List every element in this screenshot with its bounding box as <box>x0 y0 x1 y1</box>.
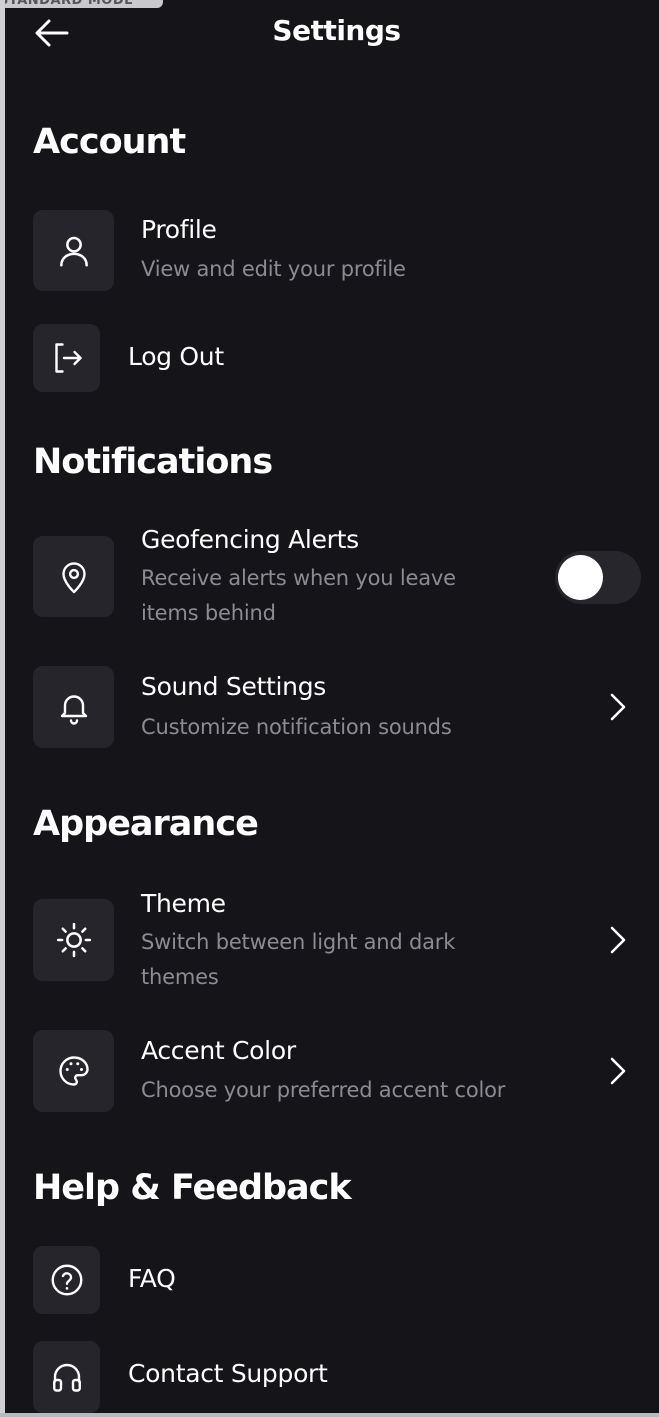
settings-item-faq[interactable]: FAQ <box>28 1242 648 1318</box>
support-title: Contact Support <box>128 1359 328 1388</box>
settings-item-sound[interactable]: Sound Settings Customize notification so… <box>28 662 648 752</box>
theme-subtitle-line1: Switch between light and dark <box>141 930 456 954</box>
headphones-icon <box>52 1363 81 1392</box>
chevron-right-icon <box>610 693 626 721</box>
toggle-knob <box>558 555 603 600</box>
sound-subtitle: Customize notification sounds <box>141 715 452 739</box>
sun-icon <box>56 922 91 958</box>
logout-icon-tile <box>33 324 100 392</box>
accent-subtitle: Choose your preferred accent color <box>141 1078 506 1102</box>
window-frame-left <box>0 0 5 1417</box>
settings-item-theme[interactable]: Theme Switch between light and dark them… <box>28 885 648 995</box>
palette-icon <box>58 1056 89 1086</box>
logout-title: Log Out <box>128 342 224 371</box>
page-title: Settings <box>272 14 401 47</box>
support-icon-tile <box>33 1341 100 1413</box>
help-circle-icon <box>51 1264 82 1296</box>
geofencing-title: Geofencing Alerts <box>141 525 359 554</box>
bell-icon <box>60 695 87 725</box>
settings-item-profile[interactable]: Profile View and edit your profile <box>28 205 648 297</box>
logout-icon <box>54 343 82 373</box>
accent-icon-tile <box>33 1030 114 1112</box>
geofencing-subtitle-line1: Receive alerts when you leave <box>141 566 456 590</box>
theme-subtitle-line2: themes <box>141 965 219 989</box>
settings-item-logout[interactable]: Log Out <box>28 320 648 396</box>
section-title-appearance: Appearance <box>33 804 259 844</box>
profile-title: Profile <box>141 215 217 244</box>
section-title-help: Help & Feedback <box>33 1168 352 1208</box>
chevron-right-icon <box>610 926 626 954</box>
geofencing-icon-tile <box>33 536 114 617</box>
faq-title: FAQ <box>128 1264 176 1293</box>
geofencing-toggle[interactable] <box>555 551 641 604</box>
mode-label: STANDARD MODE <box>5 0 134 8</box>
user-icon <box>59 236 88 267</box>
location-pin-icon <box>61 561 86 593</box>
theme-title: Theme <box>141 889 226 918</box>
section-title-notifications: Notifications <box>33 442 273 482</box>
profile-icon-tile <box>33 210 114 291</box>
geofencing-subtitle-line2: items behind <box>141 601 276 625</box>
settings-item-accent-color[interactable]: Accent Color Choose your preferred accen… <box>28 1026 648 1116</box>
faq-icon-tile <box>33 1246 100 1314</box>
sound-icon-tile <box>33 666 114 748</box>
profile-subtitle: View and edit your profile <box>141 257 406 281</box>
window-frame-bottom <box>0 1413 659 1417</box>
chevron-right-icon <box>610 1057 626 1085</box>
theme-icon-tile <box>33 899 114 981</box>
accent-title: Accent Color <box>141 1036 296 1065</box>
section-title-account: Account <box>33 122 186 162</box>
sound-title: Sound Settings <box>141 672 327 701</box>
mode-indicator: STANDARD MODE <box>5 0 163 8</box>
settings-item-contact-support[interactable]: Contact Support <box>28 1337 648 1413</box>
